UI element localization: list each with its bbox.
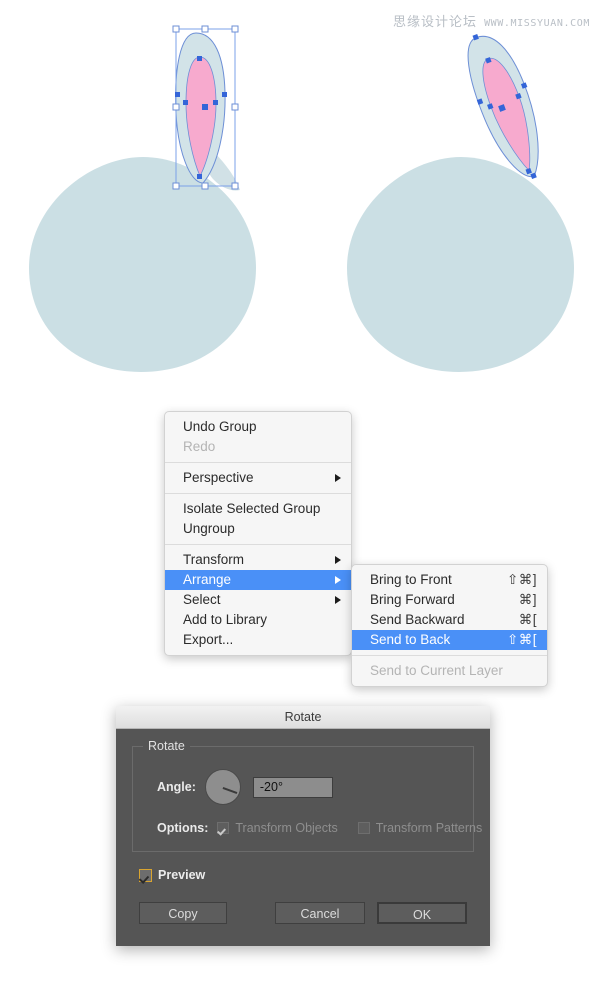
menu-item-label: Undo Group <box>183 419 257 434</box>
menu-item-label: Send to Back <box>370 632 451 647</box>
dialog-title: Rotate <box>116 706 490 729</box>
menu-separator <box>165 462 351 463</box>
rotate-groupbox: Rotate Angle: -20° Options: Transform Ob… <box>132 739 482 852</box>
menu-item-bring-to-front[interactable]: Bring to Front ⇧⌘] <box>352 570 547 590</box>
bbox-handle-ne[interactable] <box>231 25 239 33</box>
menu-item-send-to-back[interactable]: Send to Back ⇧⌘[ <box>352 630 547 650</box>
preview-checkbox[interactable] <box>139 868 152 882</box>
angle-input[interactable]: -20° <box>252 776 333 798</box>
menu-item-label: Isolate Selected Group <box>183 501 321 516</box>
menu-group: Bring to Front ⇧⌘] Bring Forward ⌘] Send… <box>352 569 547 651</box>
menu-item-label: Send Backward <box>370 612 465 627</box>
chevron-right-icon <box>335 576 341 584</box>
menu-item-label: Send to Current Layer <box>370 663 503 678</box>
illustration-artboard <box>0 0 600 400</box>
anchor-point[interactable] <box>183 100 188 105</box>
bbox-handle-n[interactable] <box>201 25 209 33</box>
menu-group: Undo Group Redo <box>165 416 351 458</box>
menu-group: Send to Current Layer <box>352 660 547 682</box>
menu-group: Isolate Selected Group Ungroup <box>165 498 351 540</box>
menu-separator <box>352 655 547 656</box>
menu-group: Transform Arrange Select Add to Library … <box>165 549 351 651</box>
menu-separator <box>165 544 351 545</box>
arrange-submenu[interactable]: Bring to Front ⇧⌘] Bring Forward ⌘] Send… <box>351 564 548 687</box>
chevron-right-icon <box>335 556 341 564</box>
menu-item-add-to-library[interactable]: Add to Library <box>165 610 351 630</box>
object-context-menu[interactable]: Undo Group Redo Perspective Isolate Sele… <box>164 411 352 656</box>
menu-item-shortcut: ⌘[ <box>518 612 537 627</box>
menu-item-label: Bring Forward <box>370 592 455 607</box>
angle-dial-needle <box>222 787 238 794</box>
menu-item-bring-forward[interactable]: Bring Forward ⌘] <box>352 590 547 610</box>
menu-item-shortcut: ⇧⌘[ <box>506 632 537 647</box>
menu-item-ungroup[interactable]: Ungroup <box>165 519 351 539</box>
bbox-handle-w[interactable] <box>172 103 180 111</box>
menu-item-label: Perspective <box>183 470 254 485</box>
bbox-handle-e[interactable] <box>231 103 239 111</box>
options-row: Options: Transform Objects Transform Pat… <box>147 821 482 835</box>
menu-item-isolate-selected-group[interactable]: Isolate Selected Group <box>165 499 351 519</box>
menu-item-shortcut: ⌘] <box>518 592 537 607</box>
angle-label: Angle: <box>157 780 196 794</box>
menu-item-redo: Redo <box>165 437 351 457</box>
left-figure <box>29 25 256 372</box>
menu-item-label: Redo <box>183 439 216 454</box>
bbox-handle-s[interactable] <box>201 182 209 190</box>
transform-patterns-label: Transform Patterns <box>375 821 483 835</box>
menu-item-send-to-current-layer: Send to Current Layer <box>352 661 547 681</box>
menu-separator <box>165 493 351 494</box>
chevron-right-icon <box>335 474 341 482</box>
bbox-handle-nw[interactable] <box>172 25 180 33</box>
menu-item-export[interactable]: Export... <box>165 630 351 650</box>
options-label: Options: <box>157 821 209 835</box>
anchor-point[interactable] <box>197 56 202 61</box>
menu-item-label: Arrange <box>183 572 232 587</box>
bbox-handle-sw[interactable] <box>172 182 180 190</box>
preview-row[interactable]: Preview <box>139 868 474 882</box>
rotate-dialog: Rotate Rotate Angle: -20° Options: Trans… <box>116 706 490 946</box>
groupbox-legend: Rotate <box>143 739 190 753</box>
menu-item-arrange[interactable]: Arrange <box>165 570 351 590</box>
angle-dial[interactable] <box>204 769 241 805</box>
right-figure <box>347 34 574 372</box>
anchor-point[interactable] <box>175 92 180 97</box>
anchor-point[interactable] <box>197 174 202 179</box>
chevron-right-icon <box>335 596 341 604</box>
right-head-shape <box>347 157 574 372</box>
menu-item-label: Transform <box>183 552 245 567</box>
menu-item-label: Ungroup <box>183 521 235 536</box>
anchor-point[interactable] <box>222 92 227 97</box>
dialog-button-row: Copy Cancel OK <box>132 902 474 932</box>
ok-button[interactable]: OK <box>377 902 467 924</box>
menu-item-label: Bring to Front <box>370 572 452 587</box>
menu-item-label: Select <box>183 592 221 607</box>
left-head-shape <box>29 157 256 372</box>
menu-item-undo-group[interactable]: Undo Group <box>165 417 351 437</box>
copy-button[interactable]: Copy <box>139 902 227 924</box>
menu-item-label: Export... <box>183 632 234 647</box>
menu-item-select[interactable]: Select <box>165 590 351 610</box>
menu-item-transform[interactable]: Transform <box>165 550 351 570</box>
anchor-point[interactable] <box>213 100 218 105</box>
menu-group: Perspective <box>165 467 351 489</box>
transform-objects-checkbox <box>217 822 230 834</box>
transform-center-point[interactable] <box>202 104 208 110</box>
dialog-body: Rotate Angle: -20° Options: Transform Ob… <box>116 729 490 946</box>
transform-objects-label: Transform Objects <box>235 821 338 835</box>
bbox-handle-se[interactable] <box>231 182 239 190</box>
cancel-button[interactable]: Cancel <box>275 902 365 924</box>
menu-item-perspective[interactable]: Perspective <box>165 468 351 488</box>
menu-item-label: Add to Library <box>183 612 268 627</box>
illustration-svg <box>29 25 574 372</box>
angle-field-row: Angle: -20° <box>147 769 459 805</box>
transform-patterns-checkbox <box>357 822 370 834</box>
preview-label: Preview <box>158 868 206 882</box>
menu-item-send-backward[interactable]: Send Backward ⌘[ <box>352 610 547 630</box>
menu-item-shortcut: ⇧⌘] <box>506 572 537 587</box>
